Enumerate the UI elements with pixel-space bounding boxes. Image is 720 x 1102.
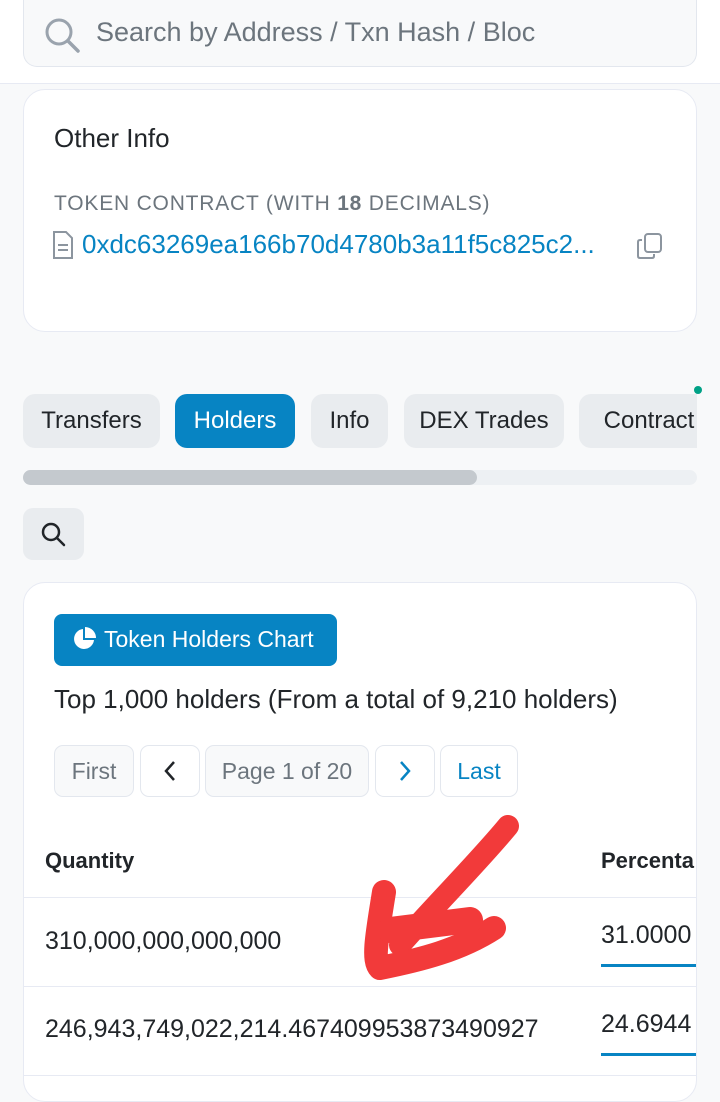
pagination-last-button[interactable]: Last [440,745,518,797]
holder-percentage: 31.0000 [601,921,692,949]
divider [24,1075,696,1076]
holders-search-button[interactable] [23,508,84,560]
chevron-left-icon [164,761,175,781]
holder-percentage-bar [601,964,696,967]
token-contract-label: TOKEN CONTRACT (WITH 18 DECIMALS) [54,192,491,215]
copy-icon[interactable] [636,232,664,260]
pagination-page-indicator: Page 1 of 20 [205,745,369,797]
tab-holders[interactable]: Holders [175,394,295,448]
pagination-next-button[interactable] [375,745,435,797]
tab-dex-trades[interactable]: DEX Trades [404,394,564,448]
search-placeholder: Search by Address / Txn Hash / Bloc [96,17,536,47]
holder-percentage: 24.6944 [601,1010,692,1038]
token-holders-chart-label: Token Holders Chart [104,626,314,652]
contract-verified-dot [694,386,702,394]
token-tabs: Transfers Holders Info DEX Trades Contra… [23,394,697,448]
other-info-card: Other Info TOKEN CONTRACT (WITH 18 DECIM… [23,89,697,332]
search-input[interactable]: Search by Address / Txn Hash / Bloc [23,0,697,67]
holders-card: Token Holders Chart Top 1,000 holders (F… [23,582,697,1102]
holder-percentage-bar [601,1053,696,1056]
document-icon [53,231,73,259]
search-icon [45,18,80,53]
pagination-prev-button[interactable] [140,745,200,797]
divider [24,986,696,987]
tab-transfers[interactable]: Transfers [23,394,160,448]
token-contract-address-link[interactable]: 0xdc63269ea166b70d4780b3a11f5c825c2... [82,229,622,260]
decimals-value: 18 [337,192,363,215]
other-info-title: Other Info [54,123,170,153]
tab-contract[interactable]: Contract [579,394,697,448]
holders-summary: Top 1,000 holders (From a total of 9,210… [54,684,618,714]
tab-info[interactable]: Info [311,394,388,448]
tabs-scrollbar-thumb[interactable] [23,470,477,485]
divider [24,897,696,898]
chevron-right-icon [400,761,411,781]
pie-chart-icon [74,627,96,649]
holder-quantity: 246,943,749,022,214.467409953873490927 [45,1015,539,1043]
holder-quantity: 310,000,000,000,000 [45,927,282,955]
column-header-quantity: Quantity [45,848,135,873]
pagination-first-button[interactable]: First [54,745,134,797]
column-header-percentage: Percenta [601,848,694,873]
top-bar: Search by Address / Txn Hash / Bloc [0,0,720,84]
search-icon [41,522,66,547]
token-holders-chart-button[interactable]: Token Holders Chart [54,614,337,666]
